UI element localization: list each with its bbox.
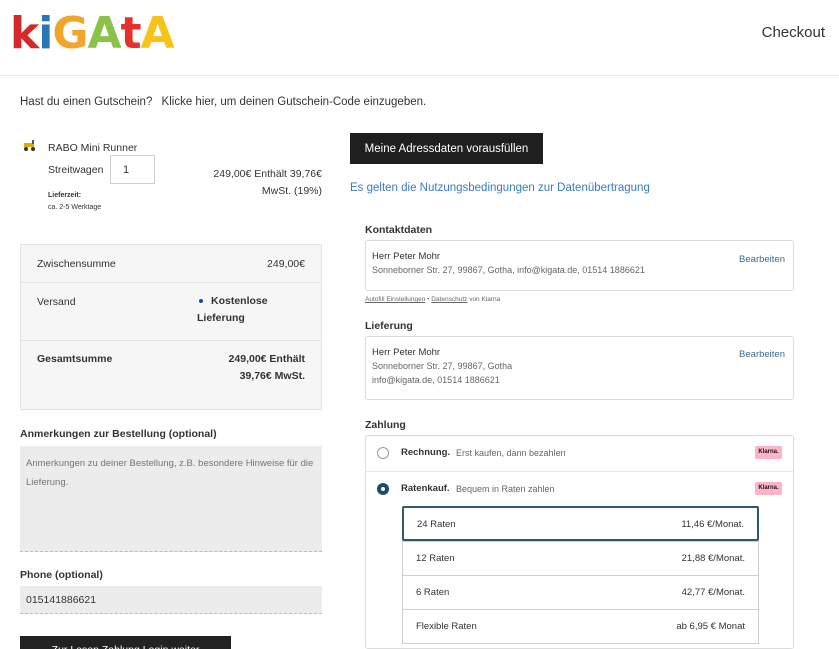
delivery-title: Lieferung [365, 320, 413, 332]
delivery-time-value: ca. 2-5 Werktage [48, 204, 102, 211]
shipping-row: Versand Kostenlose Lieferung [21, 283, 321, 341]
shipping-option[interactable]: Kostenlose Lieferung [197, 293, 307, 327]
radio-invoice[interactable] [377, 447, 389, 459]
plan-amount: 11,46 €/Monat. [681, 519, 744, 530]
payment-option-invoice[interactable]: Rechnung. Erst kaufen, dann bezahlen Kla… [366, 436, 793, 472]
plan-amount: ab 6,95 € Monat [676, 621, 745, 632]
delivery-time-label: Lieferzeit: [48, 192, 82, 199]
logo-letter: A [87, 8, 121, 59]
coupon-question: Hast du einen Gutschein? [20, 96, 153, 108]
payment-desc: Bequem in Raten zahlen [456, 484, 555, 494]
shipping-label: Versand [37, 296, 76, 308]
radio-installments[interactable] [377, 483, 389, 495]
subtotal-label: Zwischensumme [37, 258, 116, 270]
delivery-contact: info@kigata.de, 01514 1886621 [372, 375, 500, 385]
logo-letter: G [52, 8, 88, 59]
payment-desc: Erst kaufen, dann bezahlen [456, 448, 566, 458]
contact-edit-link[interactable]: Bearbeiten [739, 254, 785, 265]
order-totals: Zwischensumme 249,00€ Versand Kostenlose… [20, 244, 322, 410]
plan-amount: 21,88 €/Monat. [681, 553, 745, 564]
delivery-card: Herr Peter Mohr Sonneborner Str. 27, 998… [365, 336, 794, 400]
logo-letter: A [140, 8, 175, 59]
payment-title: Zahlung [365, 419, 406, 431]
plan-label: Flexible Raten [416, 621, 477, 632]
plan-amount: 42,77 €/Monat. [681, 587, 745, 598]
kigata-logo[interactable]: kiGAtA [10, 6, 175, 62]
shipping-value: Kostenlose Lieferung [197, 295, 268, 324]
logo-letter: t [120, 8, 142, 59]
logo-letter: k [10, 8, 39, 59]
plan-label: 12 Raten [416, 553, 455, 564]
plan-label: 6 Raten [416, 587, 450, 598]
plan-label: 24 Raten [417, 519, 456, 530]
product-price: 249,00€ Enthält 39,76€ MwSt. (19%) [213, 168, 322, 197]
plan-option[interactable]: 24 Raten 11,46 €/Monat. [402, 506, 759, 541]
payment-option-installments[interactable]: Ratenkauf. Bequem in Raten zahlen Klarna… [366, 472, 793, 508]
quantity-input[interactable] [110, 155, 155, 184]
phone-field[interactable] [20, 586, 322, 614]
order-notes-label: Anmerkungen zur Bestellung (optional) [20, 428, 217, 440]
contact-details: Sonneborner Str. 27, 99867, Gotha, info@… [372, 265, 645, 275]
plan-option[interactable]: 12 Raten 21,88 €/Monat. [402, 541, 759, 576]
total-value: 249,00€ Enthält 39,76€ MwSt. [228, 353, 305, 382]
payment-name: Rechnung. [401, 447, 451, 458]
delivery-edit-link[interactable]: Bearbeiten [739, 349, 785, 360]
contact-card: Herr Peter Mohr Sonneborner Str. 27, 998… [365, 240, 794, 291]
footer-suffix: von Klarna [467, 296, 501, 303]
klarna-logo: Klarna. [755, 482, 782, 495]
total-row: Gesamtsumme 249,00€ Enthält 39,76€ MwSt. [21, 341, 321, 411]
delivery-address: Sonneborner Str. 27, 99867, Gotha [372, 361, 513, 371]
autofill-settings-link[interactable]: Autofill Einstellungen [365, 296, 425, 303]
product-variant: Streitwagen [48, 164, 104, 176]
coupon-notice: Hast du einen Gutschein? Klicke hier, um… [20, 96, 426, 108]
logo-letter: i [38, 8, 53, 59]
privacy-link[interactable]: Datenschutz [431, 296, 467, 303]
contact-name: Herr Peter Mohr [372, 251, 441, 262]
total-label: Gesamtsumme [37, 353, 113, 365]
data-transfer-terms-link[interactable]: Es gelten die Nutzungsbedingungen zur Da… [350, 182, 650, 194]
payment-name: Ratenkauf. [401, 483, 450, 494]
coupon-link[interactable]: Klicke hier, um deinen Gutschein-Code ei… [162, 96, 427, 108]
contact-title: Kontaktdaten [365, 224, 433, 236]
prefill-address-button[interactable]: Meine Adressdaten vorausfüllen [350, 133, 543, 164]
order-notes-field[interactable] [20, 446, 322, 552]
product-name[interactable]: RABO Mini Runner [48, 142, 137, 154]
klarna-logo: Klarna. [755, 446, 782, 459]
payment-card: Rechnung. Erst kaufen, dann bezahlen Kla… [365, 435, 794, 649]
cart-item: RABO Mini Runner Streitwagen 249,00€ Ent… [20, 138, 325, 218]
site-header: kiGAtA Checkout [0, 0, 839, 76]
phone-label: Phone (optional) [20, 569, 103, 581]
product-thumbnail-icon [22, 140, 38, 155]
subtotal-row: Zwischensumme 249,00€ [21, 245, 321, 283]
klarna-footer: Autofill Einstellungen • Datenschutz von… [365, 296, 500, 303]
page-title: Checkout [761, 24, 825, 41]
shipping-radio-dot [199, 299, 203, 304]
delivery-name: Herr Peter Mohr [372, 347, 441, 358]
plan-option[interactable]: Flexible Raten ab 6,95 € Monat [402, 609, 759, 644]
subtotal-value: 249,00€ [267, 258, 305, 270]
plan-option[interactable]: 6 Raten 42,77 €/Monat. [402, 575, 759, 610]
continue-button[interactable]: Zur Lesen Zahlung Login weiter [20, 636, 231, 649]
